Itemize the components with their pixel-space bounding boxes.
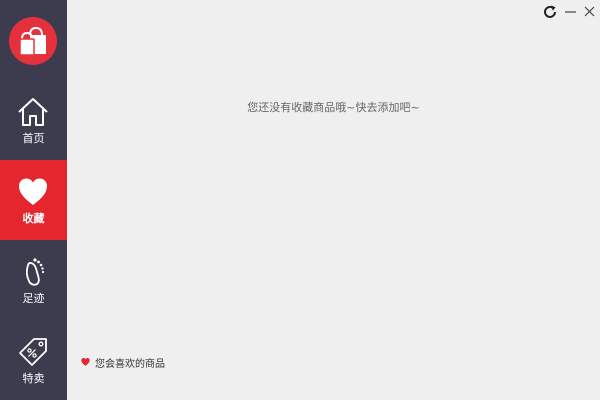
- sidebar: 首页 收藏 足迹 特卖: [0, 0, 67, 400]
- empty-favorites-message: 您还没有收藏商品哦~快去添加吧~: [247, 101, 420, 114]
- sidebar-item-label: 足迹: [22, 292, 45, 305]
- close-icon[interactable]: [582, 4, 598, 20]
- sidebar-item-sale[interactable]: 特卖: [0, 320, 67, 400]
- sidebar-item-label: 收藏: [22, 212, 45, 225]
- sidebar-item-favorites[interactable]: 收藏: [0, 160, 67, 240]
- sidebar-item-label: 特卖: [22, 372, 45, 385]
- sidebar-item-footprints[interactable]: 足迹: [0, 240, 67, 320]
- heart-icon: [19, 178, 47, 205]
- app-logo[interactable]: [9, 17, 57, 65]
- discount-tag-icon: [19, 338, 47, 366]
- refresh-icon[interactable]: [542, 4, 558, 20]
- sidebar-item-label: 首页: [22, 132, 45, 145]
- sidebar-item-home[interactable]: 首页: [0, 80, 67, 160]
- house-icon: [18, 98, 48, 126]
- main-content: 您还没有收藏商品哦~快去添加吧~: [67, 0, 600, 400]
- footprint-icon: [26, 258, 45, 286]
- heart-icon: [81, 358, 90, 366]
- shopping-bags-icon: [19, 26, 46, 56]
- recommend-label: 您会喜欢的商品: [95, 359, 165, 370]
- minimize-icon[interactable]: [563, 4, 579, 20]
